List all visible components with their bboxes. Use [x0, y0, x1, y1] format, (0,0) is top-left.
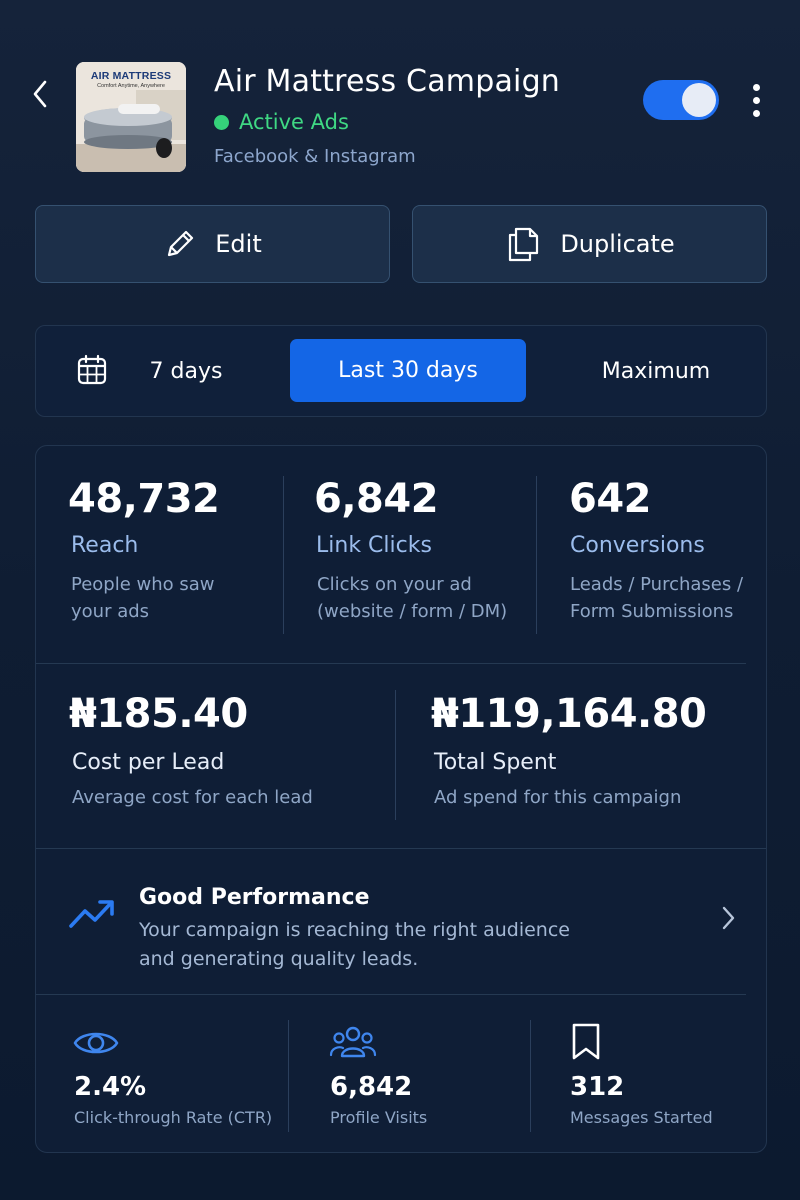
trending-up-icon — [69, 900, 114, 928]
reach-value: 48,732 — [68, 476, 220, 522]
thumbnail-title: AIR MATTRESS — [90, 70, 172, 82]
tab-maximum[interactable]: Maximum — [576, 340, 736, 402]
kebab-dot-icon — [752, 96, 760, 104]
users-icon — [329, 1026, 377, 1058]
copy-icon — [509, 227, 539, 262]
campaign-title: Air Mattress Campaign — [214, 64, 561, 99]
performance-desc: Your campaign is reaching the right audi… — [139, 916, 619, 974]
duplicate-button[interactable]: Duplicate — [412, 205, 767, 283]
divider — [530, 1020, 531, 1132]
status-text: Active Ads — [239, 110, 349, 134]
kebab-dot-icon — [752, 83, 760, 91]
performance-desc-line: Your campaign is reaching the right audi… — [139, 919, 570, 941]
performance-title: Good Performance — [139, 885, 370, 910]
chevron-left-icon — [33, 80, 47, 108]
divider — [36, 994, 746, 995]
cost-per-lead-label: Cost per Lead — [72, 750, 225, 775]
campaign-platform: Facebook & Instagram — [214, 146, 416, 167]
link-clicks-desc: Clicks on your ad — [317, 574, 472, 595]
campaign-status: Active Ads — [214, 110, 349, 134]
profile-visits-label: Profile Visits — [330, 1108, 428, 1127]
total-spent-value: ₦119,164.80 — [431, 691, 707, 737]
conversions-label: Conversions — [570, 533, 705, 558]
divider — [283, 476, 284, 634]
divider — [36, 848, 766, 849]
eye-icon — [73, 1032, 119, 1054]
stats-card: 48,732 Reach People who saw your ads 6,8… — [35, 445, 767, 1153]
link-clicks-value: 6,842 — [314, 476, 439, 522]
link-clicks-desc: (website / form / DM) — [317, 601, 508, 622]
thumbnail-subtitle: Comfort Anytime, Anywhere — [97, 83, 165, 89]
edit-button[interactable]: Edit — [35, 205, 390, 283]
bookmark-icon — [572, 1023, 600, 1060]
divider — [536, 476, 537, 634]
messages-label: Messages Started — [570, 1108, 713, 1127]
back-button[interactable] — [22, 74, 58, 114]
status-dot-icon — [214, 114, 229, 130]
date-range-selector: 7 days Last 30 days Maximum — [35, 325, 767, 417]
campaign-toggle[interactable] — [643, 80, 719, 120]
divider — [288, 1020, 289, 1132]
conversions-desc: Form Submissions — [570, 601, 734, 622]
pencil-icon — [168, 230, 194, 257]
total-spent-desc: Ad spend for this campaign — [434, 787, 682, 808]
total-spent-label: Total Spent — [434, 750, 557, 775]
tab-last-30-days[interactable]: Last 30 days — [290, 339, 526, 402]
performance-desc-line: and generating quality leads. — [139, 948, 419, 970]
reach-label: Reach — [71, 533, 139, 558]
edit-label: Edit — [215, 230, 262, 258]
cost-per-lead-value: ₦185.40 — [69, 691, 248, 737]
conversions-desc: Leads / Purchases / — [570, 574, 744, 595]
messages-value: 312 — [570, 1072, 625, 1102]
divider — [36, 663, 746, 664]
cost-per-lead-desc: Average cost for each lead — [72, 787, 313, 808]
toggle-knob — [682, 83, 716, 117]
reach-desc: your ads — [71, 601, 150, 622]
ctr-value: 2.4% — [74, 1072, 147, 1102]
divider — [395, 690, 396, 820]
duplicate-label: Duplicate — [560, 230, 675, 258]
conversions-value: 642 — [569, 476, 652, 522]
tab-7-days[interactable]: 7 days — [136, 340, 236, 402]
calendar-icon[interactable] — [76, 354, 108, 386]
profile-visits-value: 6,842 — [330, 1072, 413, 1102]
campaign-thumbnail[interactable]: AIR MATTRESS Comfort Anytime, Anywhere — [76, 62, 186, 172]
kebab-dot-icon — [752, 109, 760, 117]
more-options-button[interactable] — [744, 80, 768, 120]
link-clicks-label: Link Clicks — [316, 533, 432, 558]
reach-desc: People who saw — [71, 574, 215, 595]
chevron-right-icon[interactable] — [719, 904, 737, 932]
ctr-label: Click-through Rate (CTR) — [74, 1108, 273, 1127]
